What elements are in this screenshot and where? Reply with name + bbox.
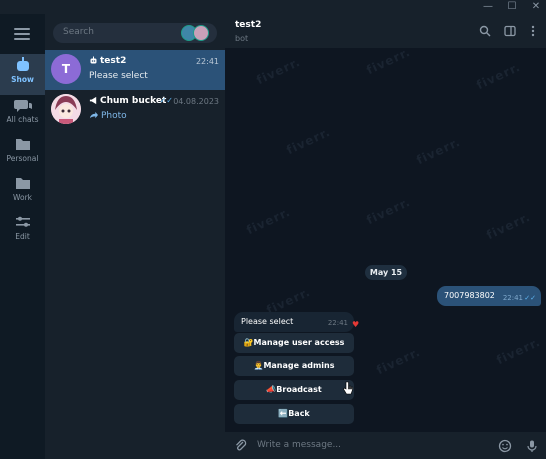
more-options-icon[interactable] xyxy=(527,25,539,37)
folder-label: Show xyxy=(11,75,34,84)
folder-work[interactable]: Work xyxy=(0,172,45,213)
chat-item-test2[interactable]: T test2 22:41 Please select xyxy=(45,50,225,90)
read-check-icon: ✓✓ xyxy=(159,96,173,105)
date-separator: May 15 xyxy=(365,265,407,280)
watermark: fiverr. xyxy=(484,209,533,243)
folder-all-chats[interactable]: All chats xyxy=(0,94,45,135)
close-button[interactable]: ✕ xyxy=(526,0,546,14)
chat-list-panel: Search T test2 22:41 Please select Chum … xyxy=(45,14,225,459)
message-text: Please select xyxy=(241,317,294,326)
bot-icon xyxy=(90,56,97,64)
watermark: fiverr. xyxy=(374,344,423,378)
watermark: fiverr. xyxy=(254,54,303,88)
search-input[interactable]: Search xyxy=(53,23,217,43)
emoji-icon[interactable] xyxy=(498,439,512,453)
search-icon[interactable] xyxy=(479,25,491,37)
megaphone-icon xyxy=(89,96,97,105)
chat-time: 04.08.2023 xyxy=(173,97,219,106)
folder-personal[interactable]: Personal xyxy=(0,133,45,174)
folder-label: Edit xyxy=(15,232,30,241)
message-input[interactable]: Write a message... xyxy=(257,440,341,450)
manage-admins-button[interactable]: 👨‍💼Manage admins xyxy=(234,356,354,376)
microphone-icon[interactable] xyxy=(525,439,539,453)
menu-icon[interactable] xyxy=(14,28,30,40)
folder-edit[interactable]: Edit xyxy=(0,211,45,252)
chat-name: test2 xyxy=(100,56,127,66)
minimize-button[interactable]: — xyxy=(478,0,498,14)
story-avatar[interactable] xyxy=(193,25,209,41)
watermark: fiverr. xyxy=(364,44,413,78)
bot-icon xyxy=(16,57,29,71)
sidebar-toggle-icon[interactable] xyxy=(504,25,516,37)
folder-label: All chats xyxy=(6,115,39,124)
message-text: 7007983802 xyxy=(444,291,495,300)
watermark: fiverr. xyxy=(364,194,413,228)
watermark: fiverr. xyxy=(494,334,543,368)
outgoing-message[interactable]: 7007983802 22:41 ✓✓ xyxy=(437,286,541,306)
sliders-icon xyxy=(15,216,30,227)
chat-title: test2 xyxy=(235,20,262,30)
message-composer: Write a message... xyxy=(225,432,546,459)
message-time: 22:41 xyxy=(327,319,348,327)
folder-show[interactable]: Show xyxy=(0,54,45,95)
manage-user-access-button[interactable]: 🔐Manage user access xyxy=(234,333,354,353)
incoming-message[interactable]: Please select 22:41 xyxy=(234,312,354,332)
read-check-icon: ✓✓ xyxy=(524,294,536,302)
window-titlebar: — ☐ ✕ xyxy=(0,0,546,14)
folder-label: Personal xyxy=(6,154,39,163)
chat-subtitle: bot xyxy=(235,34,249,43)
avatar: T xyxy=(51,54,81,84)
folder-icon xyxy=(15,178,30,189)
chat-preview: Photo xyxy=(101,111,127,121)
search-placeholder: Search xyxy=(63,27,94,37)
pointer-cursor-icon xyxy=(343,381,353,395)
message-time: 22:41 xyxy=(502,294,523,302)
watermark: fiverr. xyxy=(284,124,333,158)
chat-preview: Please select xyxy=(89,71,148,81)
conversation-panel: fiverr. fiverr. fiverr. fiverr. fiverr. … xyxy=(225,14,546,459)
broadcast-button[interactable]: 📣Broadcast xyxy=(234,380,354,400)
chats-icon xyxy=(13,100,32,112)
watermark: fiverr. xyxy=(474,59,523,93)
watermark: fiverr. xyxy=(414,134,463,168)
chat-name: Chum bucket xyxy=(100,96,167,106)
folders-rail: Show All chats Personal Work Edit xyxy=(0,14,46,459)
chat-item-chum-bucket[interactable]: Chum bucket 04.08.2023 ✓✓ Photo xyxy=(45,90,225,130)
chat-header[interactable]: test2 bot xyxy=(225,14,546,48)
chat-time: 22:41 xyxy=(195,57,219,66)
watermark: fiverr. xyxy=(244,204,293,238)
avatar xyxy=(51,94,81,124)
paperclip-icon[interactable] xyxy=(234,439,248,453)
heart-reaction-icon[interactable]: ♥ xyxy=(352,320,359,329)
back-button[interactable]: ⬅️Back xyxy=(234,404,354,424)
folder-label: Work xyxy=(13,193,32,202)
maximize-button[interactable]: ☐ xyxy=(502,0,522,14)
stories-avatars[interactable] xyxy=(179,25,213,41)
folder-icon xyxy=(15,139,30,150)
forward-icon xyxy=(89,111,98,119)
